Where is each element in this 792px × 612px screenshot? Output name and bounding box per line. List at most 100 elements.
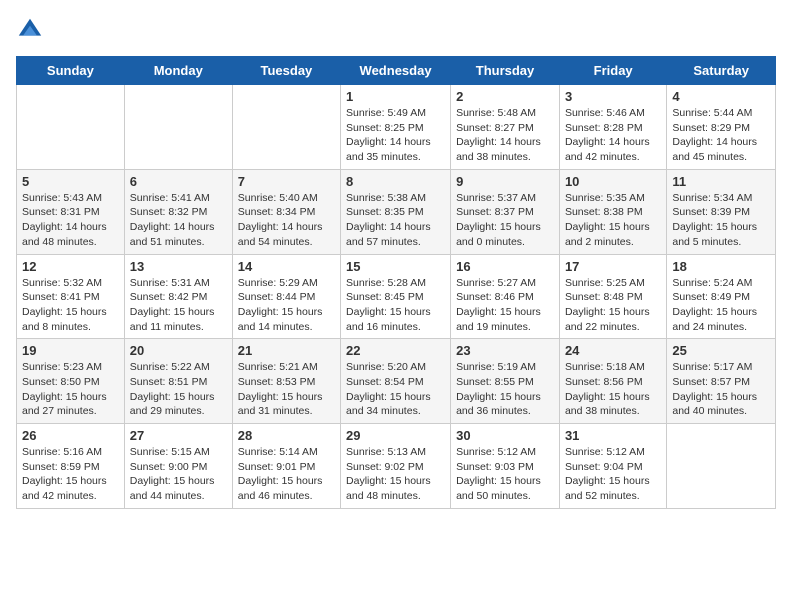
day-number: 7 [238, 174, 335, 189]
calendar-cell: 13 Sunrise: 5:31 AM Sunset: 8:42 PM Dayli… [124, 254, 232, 339]
day-info: Sunrise: 5:44 AM Sunset: 8:29 PM Dayligh… [672, 106, 770, 165]
day-info: Sunrise: 5:12 AM Sunset: 9:04 PM Dayligh… [565, 445, 661, 504]
day-number: 2 [456, 89, 554, 104]
day-number: 30 [456, 428, 554, 443]
day-number: 28 [238, 428, 335, 443]
day-info: Sunrise: 5:34 AM Sunset: 8:39 PM Dayligh… [672, 191, 770, 250]
day-info: Sunrise: 5:12 AM Sunset: 9:03 PM Dayligh… [456, 445, 554, 504]
calendar-cell: 27 Sunrise: 5:15 AM Sunset: 9:00 PM Dayli… [124, 424, 232, 509]
calendar-week-2: 5Sunrise: 5:43 AM Sunset: 8:31 PM Daylig… [17, 169, 776, 254]
day-number: 13 [130, 259, 227, 274]
calendar-week-4: 19 Sunrise: 5:23 AM Sunset: 8:50 PM Dayli… [17, 339, 776, 424]
day-info: Sunrise: 5:48 AM Sunset: 8:27 PM Dayligh… [456, 106, 554, 165]
day-number: 23 [456, 343, 554, 358]
calendar-cell: 5Sunrise: 5:43 AM Sunset: 8:31 PM Daylig… [17, 169, 125, 254]
day-info: Sunrise: 5:17 AM Sunset: 8:57 PM Dayligh… [672, 360, 770, 419]
day-info: Sunrise: 5:15 AM Sunset: 9:00 PM Dayligh… [130, 445, 227, 504]
day-info: Sunrise: 5:32 AM Sunset: 8:41 PM Dayligh… [22, 276, 119, 335]
day-number: 8 [346, 174, 445, 189]
day-info: Sunrise: 5:19 AM Sunset: 8:55 PM Dayligh… [456, 360, 554, 419]
calendar-week-5: 26Sunrise: 5:16 AM Sunset: 8:59 PM Dayli… [17, 424, 776, 509]
calendar-cell: 7 Sunrise: 5:40 AM Sunset: 8:34 PM Daylig… [232, 169, 340, 254]
day-number: 12 [22, 259, 119, 274]
calendar-cell: 31Sunrise: 5:12 AM Sunset: 9:04 PM Dayli… [559, 424, 666, 509]
calendar-cell: 21Sunrise: 5:21 AM Sunset: 8:53 PM Dayli… [232, 339, 340, 424]
day-info: Sunrise: 5:46 AM Sunset: 8:28 PM Dayligh… [565, 106, 661, 165]
calendar-cell: 16 Sunrise: 5:27 AM Sunset: 8:46 PM Dayli… [451, 254, 560, 339]
weekday-header-monday: Monday [124, 57, 232, 85]
day-number: 14 [238, 259, 335, 274]
calendar-cell: 3 Sunrise: 5:46 AM Sunset: 8:28 PM Daylig… [559, 85, 666, 170]
day-info: Sunrise: 5:27 AM Sunset: 8:46 PM Dayligh… [456, 276, 554, 335]
weekday-header-sunday: Sunday [17, 57, 125, 85]
calendar-cell: 30 Sunrise: 5:12 AM Sunset: 9:03 PM Dayli… [451, 424, 560, 509]
calendar-cell: 22 Sunrise: 5:20 AM Sunset: 8:54 PM Dayli… [341, 339, 451, 424]
calendar-table: SundayMondayTuesdayWednesdayThursdayFrid… [16, 56, 776, 509]
day-info: Sunrise: 5:31 AM Sunset: 8:42 PM Dayligh… [130, 276, 227, 335]
day-info: Sunrise: 5:21 AM Sunset: 8:53 PM Dayligh… [238, 360, 335, 419]
day-info: Sunrise: 5:38 AM Sunset: 8:35 PM Dayligh… [346, 191, 445, 250]
day-number: 11 [672, 174, 770, 189]
day-info: Sunrise: 5:18 AM Sunset: 8:56 PM Dayligh… [565, 360, 661, 419]
day-info: Sunrise: 5:23 AM Sunset: 8:50 PM Dayligh… [22, 360, 119, 419]
calendar-cell: 10Sunrise: 5:35 AM Sunset: 8:38 PM Dayli… [559, 169, 666, 254]
day-number: 26 [22, 428, 119, 443]
logo-icon [16, 16, 44, 44]
day-info: Sunrise: 5:37 AM Sunset: 8:37 PM Dayligh… [456, 191, 554, 250]
calendar-cell: 18 Sunrise: 5:24 AM Sunset: 8:49 PM Dayli… [667, 254, 776, 339]
calendar-cell: 20 Sunrise: 5:22 AM Sunset: 8:51 PM Dayli… [124, 339, 232, 424]
calendar-body: 1 Sunrise: 5:49 AM Sunset: 8:25 PM Daylig… [17, 85, 776, 509]
day-number: 20 [130, 343, 227, 358]
calendar-cell: 25 Sunrise: 5:17 AM Sunset: 8:57 PM Dayli… [667, 339, 776, 424]
calendar-cell: 9 Sunrise: 5:37 AM Sunset: 8:37 PM Daylig… [451, 169, 560, 254]
day-number: 27 [130, 428, 227, 443]
calendar-header-row: SundayMondayTuesdayWednesdayThursdayFrid… [17, 57, 776, 85]
calendar-cell: 8 Sunrise: 5:38 AM Sunset: 8:35 PM Daylig… [341, 169, 451, 254]
day-number: 4 [672, 89, 770, 104]
day-info: Sunrise: 5:13 AM Sunset: 9:02 PM Dayligh… [346, 445, 445, 504]
calendar-cell: 4 Sunrise: 5:44 AM Sunset: 8:29 PM Daylig… [667, 85, 776, 170]
calendar-cell: 19 Sunrise: 5:23 AM Sunset: 8:50 PM Dayli… [17, 339, 125, 424]
day-number: 15 [346, 259, 445, 274]
day-number: 25 [672, 343, 770, 358]
calendar-cell: 6Sunrise: 5:41 AM Sunset: 8:32 PM Daylig… [124, 169, 232, 254]
day-number: 16 [456, 259, 554, 274]
calendar-week-3: 12 Sunrise: 5:32 AM Sunset: 8:41 PM Dayli… [17, 254, 776, 339]
day-number: 1 [346, 89, 445, 104]
day-info: Sunrise: 5:41 AM Sunset: 8:32 PM Dayligh… [130, 191, 227, 250]
page-header [16, 16, 776, 44]
day-number: 17 [565, 259, 661, 274]
weekday-header-friday: Friday [559, 57, 666, 85]
calendar-cell: 29Sunrise: 5:13 AM Sunset: 9:02 PM Dayli… [341, 424, 451, 509]
calendar-cell [232, 85, 340, 170]
day-number: 22 [346, 343, 445, 358]
day-info: Sunrise: 5:20 AM Sunset: 8:54 PM Dayligh… [346, 360, 445, 419]
day-info: Sunrise: 5:35 AM Sunset: 8:38 PM Dayligh… [565, 191, 661, 250]
day-info: Sunrise: 5:25 AM Sunset: 8:48 PM Dayligh… [565, 276, 661, 335]
day-number: 18 [672, 259, 770, 274]
calendar-cell [667, 424, 776, 509]
day-number: 9 [456, 174, 554, 189]
weekday-header-thursday: Thursday [451, 57, 560, 85]
weekday-header-saturday: Saturday [667, 57, 776, 85]
calendar-cell: 2 Sunrise: 5:48 AM Sunset: 8:27 PM Daylig… [451, 85, 560, 170]
day-info: Sunrise: 5:24 AM Sunset: 8:49 PM Dayligh… [672, 276, 770, 335]
calendar-cell [17, 85, 125, 170]
day-number: 19 [22, 343, 119, 358]
weekday-header-tuesday: Tuesday [232, 57, 340, 85]
calendar-week-1: 1 Sunrise: 5:49 AM Sunset: 8:25 PM Daylig… [17, 85, 776, 170]
calendar-cell: 28Sunrise: 5:14 AM Sunset: 9:01 PM Dayli… [232, 424, 340, 509]
day-number: 3 [565, 89, 661, 104]
calendar-cell: 1 Sunrise: 5:49 AM Sunset: 8:25 PM Daylig… [341, 85, 451, 170]
day-info: Sunrise: 5:22 AM Sunset: 8:51 PM Dayligh… [130, 360, 227, 419]
day-info: Sunrise: 5:29 AM Sunset: 8:44 PM Dayligh… [238, 276, 335, 335]
day-info: Sunrise: 5:49 AM Sunset: 8:25 PM Dayligh… [346, 106, 445, 165]
logo [16, 16, 48, 44]
calendar-cell: 15Sunrise: 5:28 AM Sunset: 8:45 PM Dayli… [341, 254, 451, 339]
calendar-cell: 14 Sunrise: 5:29 AM Sunset: 8:44 PM Dayli… [232, 254, 340, 339]
weekday-header-wednesday: Wednesday [341, 57, 451, 85]
calendar-cell: 26Sunrise: 5:16 AM Sunset: 8:59 PM Dayli… [17, 424, 125, 509]
calendar-cell: 12 Sunrise: 5:32 AM Sunset: 8:41 PM Dayli… [17, 254, 125, 339]
day-info: Sunrise: 5:40 AM Sunset: 8:34 PM Dayligh… [238, 191, 335, 250]
day-number: 24 [565, 343, 661, 358]
